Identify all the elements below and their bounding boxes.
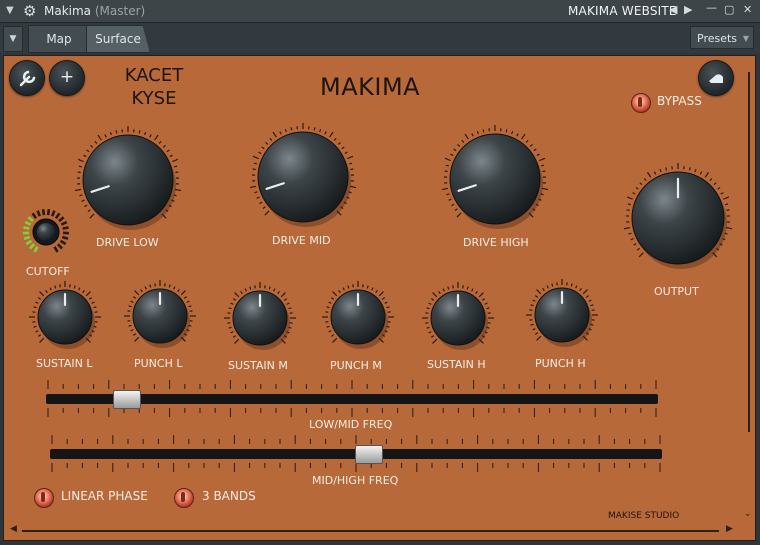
next-arrow-icon[interactable]: ▶ [684,3,692,16]
mid-high-freq-handle[interactable] [355,445,384,464]
drive-high-knob[interactable] [449,133,541,225]
punch-l-label: PUNCH L [134,357,183,370]
linear-phase-label: LINEAR PHASE [61,489,148,503]
tab-map[interactable]: Map [28,25,90,53]
sustain-h-label: SUSTAIN H [427,358,486,371]
output-label: OUTPUT [654,285,699,298]
low-mid-freq-label: LOW/MID FREQ [309,418,393,431]
brand-logo: KACET KYSE [124,65,184,109]
hand-menu-icon[interactable] [698,60,734,96]
chevron-down-icon: ▼ [742,34,749,43]
plugin-title: MAKIMA [320,73,421,101]
sustain-m-label: SUSTAIN M [228,359,288,372]
website-link[interactable]: MAKIMA WEBSITE [568,4,677,18]
plugin-surface: + KACET KYSE MAKIMA BYPASS DRIVE LOW DRI… [3,55,756,541]
scroll-right-icon[interactable]: ▶ [726,524,733,534]
low-mid-freq-handle[interactable] [112,390,141,409]
drive-low-label: DRIVE LOW [96,236,159,249]
options-dropdown-icon[interactable]: ▼ [3,26,23,52]
three-bands-toggle[interactable] [174,488,194,508]
plugin-toolbar: ▼ Map Surface Presets ▼ [0,23,760,53]
drive-low-knob[interactable] [82,134,174,226]
punch-h-label: PUNCH H [535,357,586,370]
scroll-left-icon[interactable]: ◀ [10,524,17,534]
window-menu-arrow-icon[interactable]: ▼ [6,5,14,16]
bypass-toggle[interactable] [631,93,651,113]
vertical-scrollbar[interactable] [748,72,750,432]
gear-icon[interactable]: ⚙ [23,2,36,20]
drive-high-label: DRIVE HIGH [463,236,529,249]
three-bands-label: 3 BANDS [202,489,256,503]
plugin-window: ▼ ⚙ Makima (Master) MAKIMA WEBSITE ◀ ▶ —… [0,0,760,545]
horizontal-scrollbar[interactable] [22,530,719,532]
cutoff-label: CUTOFF [26,265,70,278]
maximize-icon[interactable]: ▢ [724,3,734,16]
drive-mid-label: DRIVE MID [272,234,331,247]
mid-high-freq-label: MID/HIGH FREQ [312,474,399,487]
minimize-icon[interactable]: — [706,1,717,14]
knob-layer [22,123,733,472]
close-icon[interactable]: ✕ [743,3,752,16]
presets-dropdown[interactable]: Presets ▼ [690,26,754,49]
tab-surface[interactable]: Surface [86,25,150,53]
bypass-label: BYPASS [657,94,702,108]
title-bar: ▼ ⚙ Makima (Master) MAKIMA WEBSITE ◀ ▶ —… [0,0,760,23]
drive-mid-knob[interactable] [257,131,349,223]
prev-arrow-icon[interactable]: ◀ [669,3,677,16]
wrench-icon[interactable] [9,60,45,96]
sustain-l-label: SUSTAIN L [36,357,93,370]
presets-label: Presets [697,32,738,45]
punch-m-label: PUNCH M [330,359,382,372]
scroll-down-icon[interactable]: ⌄ [744,509,752,519]
window-title: Makima (Master) [44,4,146,18]
linear-phase-toggle[interactable] [34,488,54,508]
studio-label: MAKISE STUDIO [608,511,680,521]
plus-icon[interactable]: + [49,60,85,96]
